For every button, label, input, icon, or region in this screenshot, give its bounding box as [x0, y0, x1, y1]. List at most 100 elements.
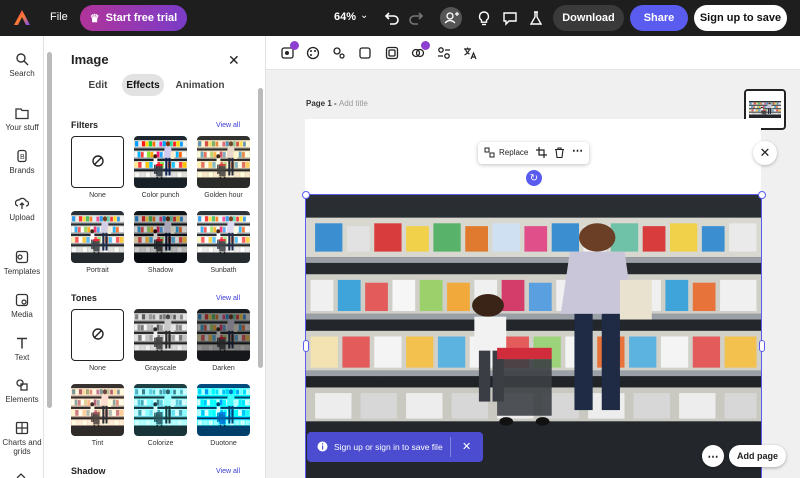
rail-label-upload: Upload: [9, 213, 35, 222]
sign-up-button[interactable]: Sign up to save: [694, 5, 787, 31]
search-icon: [15, 52, 29, 66]
resize-handle-top-left[interactable]: [302, 191, 310, 199]
save-toast: Sign up or sign in to save file ✕: [307, 432, 483, 462]
panel-scrollbar[interactable]: [258, 88, 263, 368]
close-icon[interactable]: ✕: [228, 52, 240, 69]
file-menu[interactable]: File: [50, 11, 68, 23]
rail-item-elements[interactable]: Elements: [0, 378, 44, 404]
tone-label: Duotone: [210, 440, 237, 447]
image-float-toolbar: Replace ⋯: [478, 142, 589, 164]
text-icon: [15, 336, 29, 350]
rail-item-templates[interactable]: Templates: [0, 250, 44, 276]
more-options-icon[interactable]: ⋯: [572, 144, 583, 157]
tone-darken-thumb[interactable]: [197, 309, 250, 361]
page-label: Page 1 - Add title: [306, 99, 368, 108]
palette-icon[interactable]: [305, 45, 321, 61]
tab-edit[interactable]: Edit: [83, 74, 113, 96]
rail-item-search[interactable]: Search: [0, 52, 44, 78]
resize-handle-right[interactable]: [759, 340, 765, 352]
tone-grayscale-thumb[interactable]: [134, 309, 187, 361]
rail-scrollbar[interactable]: [47, 52, 52, 408]
tone-label: Grayscale: [144, 365, 177, 372]
comment-icon[interactable]: [501, 9, 519, 27]
filter-label: Golden hour: [204, 192, 243, 199]
filters-view-all-link[interactable]: View all: [216, 122, 240, 129]
tab-animation[interactable]: Animation: [174, 74, 226, 96]
rail-label-your-stuff: Your stuff: [5, 123, 39, 132]
no-effect-icon: [91, 154, 105, 171]
tones-title: Tones: [71, 293, 97, 303]
download-button[interactable]: Download: [553, 5, 624, 31]
elements-icon: [15, 378, 29, 392]
rail-label-elements: Elements: [5, 395, 39, 404]
chevron-down-icon[interactable]: ⌄: [360, 10, 368, 21]
shape-crop-icon[interactable]: [357, 45, 373, 61]
rail-item-brands[interactable]: B Brands: [0, 149, 44, 175]
adjust-icon[interactable]: [436, 45, 452, 61]
tab-effects[interactable]: Effects: [122, 74, 164, 96]
toast-message[interactable]: Sign up or sign in to save file: [334, 442, 443, 452]
rail-item-text[interactable]: Text: [0, 336, 44, 362]
filter-color-punch-thumb[interactable]: [134, 136, 187, 188]
shadow-title: Shadow: [71, 466, 106, 476]
redo-icon[interactable]: [408, 9, 426, 27]
tones-view-all-link[interactable]: View all: [216, 295, 240, 302]
share-button[interactable]: Share: [630, 5, 688, 31]
brand-icon: B: [15, 149, 29, 163]
undo-icon[interactable]: [382, 9, 400, 27]
shapes-icon: [15, 470, 29, 478]
templates-icon: [15, 250, 29, 264]
chart-icon: [15, 421, 29, 435]
app-logo[interactable]: [12, 8, 32, 28]
translate-icon[interactable]: [462, 45, 478, 61]
zoom-level[interactable]: 64%: [334, 11, 356, 23]
info-icon: [317, 441, 328, 454]
filter-label: Color punch: [141, 192, 180, 199]
rail-item-media[interactable]: Media: [0, 293, 44, 319]
close-icon[interactable]: ✕: [753, 141, 777, 165]
tone-duotone-thumb[interactable]: [197, 384, 250, 436]
add-title-link[interactable]: Add title: [339, 99, 368, 108]
rail-item-more[interactable]: [0, 470, 44, 478]
add-page-button[interactable]: Add page: [729, 445, 786, 467]
rail-label-media: Media: [11, 310, 33, 319]
crown-icon: ♛: [89, 12, 100, 25]
tone-tint-thumb[interactable]: [71, 384, 124, 436]
effects-icon[interactable]: [331, 45, 347, 61]
no-effect-icon: [91, 327, 105, 344]
close-icon[interactable]: ✕: [462, 440, 471, 453]
rail-item-your-stuff[interactable]: Your stuff: [0, 106, 44, 132]
filter-label: Sunbath: [210, 267, 237, 274]
start-trial-label: Start free trial: [105, 12, 178, 24]
crop-icon[interactable]: [536, 147, 547, 160]
svg-text:B: B: [20, 154, 25, 161]
shadow-view-all-link[interactable]: View all: [216, 468, 240, 475]
rail-item-upload[interactable]: Upload: [0, 196, 44, 222]
lightbulb-icon[interactable]: [475, 9, 493, 27]
border-icon[interactable]: [384, 45, 400, 61]
flask-icon[interactable]: [527, 9, 545, 27]
rail-label-charts: Charts and: [2, 438, 42, 447]
tone-colorize-thumb[interactable]: [134, 384, 187, 436]
filter-shadow-thumb[interactable]: [134, 211, 187, 263]
rail-item-charts[interactable]: Charts and grids: [0, 421, 44, 456]
replace-button[interactable]: Replace: [499, 148, 528, 157]
start-trial-button[interactable]: ♛ Start free trial: [80, 5, 187, 31]
filter-golden-hour-thumb[interactable]: [197, 136, 250, 188]
rail-label-grids: grids: [13, 447, 31, 456]
invite-user-icon[interactable]: [440, 7, 462, 29]
premium-badge-icon: [290, 41, 299, 50]
upload-icon: [14, 196, 30, 210]
resize-handle-top-right[interactable]: [758, 191, 766, 199]
more-options-button[interactable]: ⋯: [702, 445, 724, 467]
trash-icon[interactable]: [554, 147, 565, 160]
media-icon: [15, 293, 29, 307]
filter-none-thumb[interactable]: [71, 136, 124, 188]
tone-none-thumb[interactable]: [71, 309, 124, 361]
replace-icon[interactable]: [484, 147, 495, 160]
filter-label: None: [89, 192, 106, 199]
filter-sunbath-thumb[interactable]: [197, 211, 250, 263]
rotate-icon[interactable]: ↻: [526, 170, 542, 186]
filter-portrait-thumb[interactable]: [71, 211, 124, 263]
resize-handle-left[interactable]: [303, 340, 309, 352]
